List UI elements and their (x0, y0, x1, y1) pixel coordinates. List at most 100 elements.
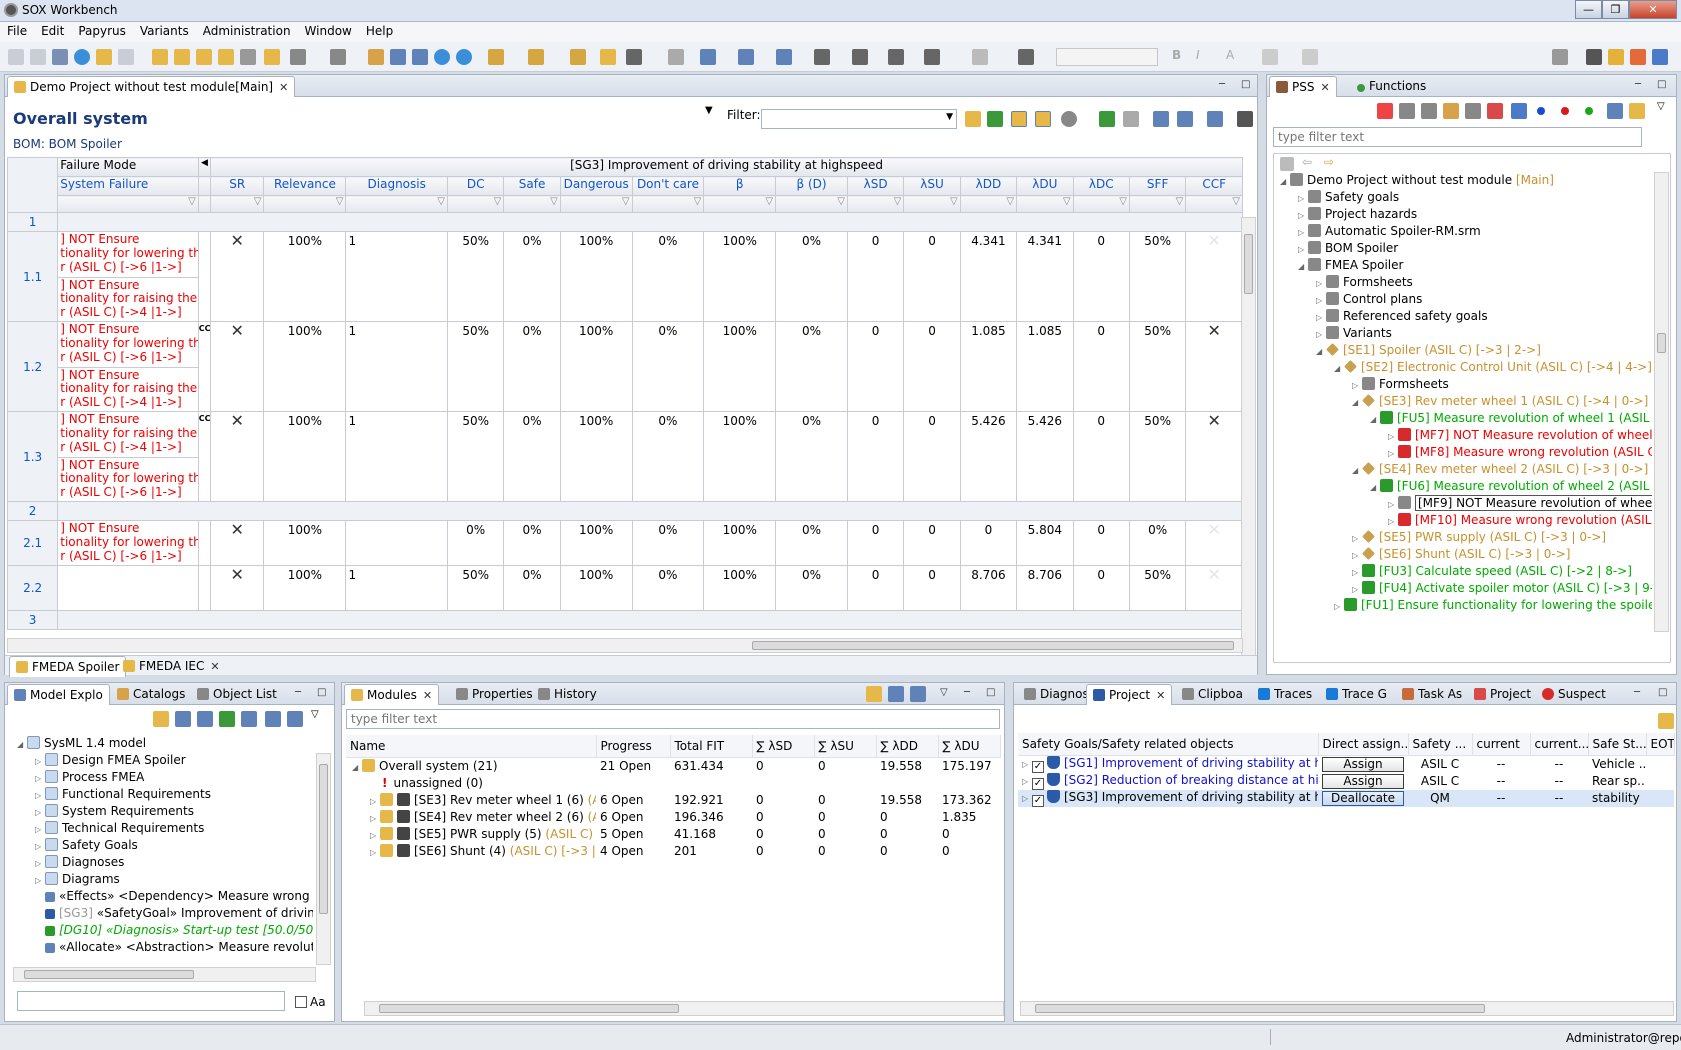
goal-label[interactable]: [SG3] Improvement of driving stability a… (1064, 790, 1318, 804)
column-filter-icon[interactable]: ▽ (1016, 195, 1074, 213)
col-eot[interactable]: EOT (1646, 733, 1675, 756)
goal-label[interactable]: [SG1] Improvement of driving stability a… (1064, 756, 1318, 770)
tab-project-view[interactable]: Clipboa (1176, 684, 1249, 705)
export-icon[interactable] (528, 49, 544, 65)
expand-icon[interactable]: ▷ (35, 770, 45, 787)
column-filter-icon[interactable]: ▽ (703, 195, 777, 213)
columns-icon[interactable] (1207, 111, 1223, 127)
header-col[interactable]: Safe (503, 176, 561, 196)
arrow-icon[interactable] (626, 49, 642, 65)
forward-icon[interactable]: ⇨ (1324, 155, 1334, 169)
expand-icon[interactable]: ▷ (35, 872, 45, 889)
collapse-icon[interactable]: ◢ (1334, 360, 1344, 377)
perspective-c-icon[interactable] (1630, 49, 1646, 65)
goal-checkbox[interactable]: ✓ (1032, 777, 1044, 790)
expand-icon[interactable]: ▷ (1298, 190, 1308, 207)
tab-functions[interactable]: Functions (1351, 76, 1432, 97)
expand-icon[interactable]: ▷ (370, 831, 380, 840)
table-row[interactable]: 1.2] NOT Ensure tionality for lowering th… (6, 321, 1243, 412)
tab-project-view[interactable]: Task As (1396, 684, 1468, 705)
system-failure-cell[interactable]: ] NOT Ensure tionality for raising the r (… (57, 411, 199, 502)
sr-mark[interactable]: ✕ (210, 231, 265, 322)
tree-node[interactable]: ▷ [MF9] NOT Measure revolution of wheel 2 (1276, 495, 1652, 512)
value-cell[interactable]: 100% (703, 231, 777, 322)
column-filter-icon[interactable]: ▽ (1072, 195, 1130, 213)
tree-node[interactable]: ▷ Formsheets (1276, 274, 1652, 291)
tree-folder[interactable]: ▷ Process FMEA (13, 769, 313, 786)
module-row[interactable]: ▷ [SE4] Rev meter wheel 2 (6) (ASIL 6 Open… (346, 808, 1000, 825)
value-cell[interactable]: 100% (559, 321, 633, 412)
value-cell[interactable]: 8.706 (959, 565, 1018, 611)
value-cell[interactable]: 0% (775, 411, 848, 502)
tree-node[interactable]: ◢ FMEA Spoiler (1276, 257, 1652, 274)
tree-node[interactable]: ▷ [FU1] Ensure functionality for lowering… (1276, 597, 1652, 614)
tree-folder[interactable]: ▷ Diagnoses (13, 854, 313, 871)
tree-link[interactable]: [SG3] «SafetyGoal» Improvement of drivin… (13, 905, 313, 922)
modules-hscroll[interactable] (364, 1001, 1004, 1016)
value-cell[interactable]: 0% (503, 231, 561, 322)
hand-icon[interactable] (852, 49, 868, 65)
minimize-view-icon[interactable]: ─ (964, 687, 970, 698)
table-row[interactable]: 2.2 ✕ 100% 1 50% 0% 100% 0% 100% 0% 0 0 8.706 8.706 0 5… (6, 565, 1243, 611)
header-col[interactable]: λDU (1016, 176, 1074, 196)
value-cell[interactable]: 100% (263, 565, 347, 611)
tree-node[interactable]: ▷ Safety goals (1276, 189, 1652, 206)
tab-fmeda-iec[interactable]: FMEDA IEC ✕ (117, 656, 226, 677)
red-dot-icon[interactable] (1561, 107, 1569, 115)
indent-icon[interactable] (152, 49, 168, 65)
close-window-button[interactable]: ✕ (1629, 0, 1677, 19)
col-sum-su[interactable]: ∑ λSU (814, 735, 877, 758)
value-cell[interactable]: 50% (446, 231, 505, 322)
value-cell[interactable]: 4.341 (1016, 231, 1074, 322)
expand-icon[interactable]: ▷ (35, 855, 45, 872)
col-name[interactable]: Name (346, 735, 597, 758)
at-icon[interactable] (434, 49, 450, 65)
row-number[interactable]: 2.1 (6, 520, 59, 566)
perspective-b-icon[interactable] (1608, 49, 1624, 65)
header-col[interactable]: Don't care (631, 176, 705, 196)
remove-icon[interactable] (1123, 111, 1139, 127)
system-failure-cell[interactable]: ] NOT Ensure tionality for lowering the r … (57, 321, 199, 412)
tree-node[interactable]: ◢ [FU5] Measure revolution of wheel 1 (AS… (1276, 410, 1652, 427)
value-cell[interactable]: 0 (846, 411, 905, 502)
column-filter-icon[interactable]: ▽ (559, 195, 633, 213)
header-col[interactable]: DC (446, 176, 505, 196)
collapse-icon[interactable]: ◢ (1352, 394, 1362, 411)
tab-pss[interactable]: PSS ✕ (1269, 76, 1337, 97)
tree-root[interactable]: ◢ SysML 1.4 model (13, 735, 313, 752)
tab-model-explorer[interactable]: Model Explo (7, 684, 110, 705)
collapse-icon[interactable]: ◢ (1370, 411, 1380, 428)
goal-label[interactable]: [SG2] Reduction of breaking distance at … (1064, 773, 1318, 787)
tab-properties[interactable]: Properties (450, 684, 539, 705)
pss-filter-input[interactable] (1273, 127, 1642, 147)
tree-icon[interactable] (776, 49, 792, 65)
value-cell[interactable]: 0 (903, 565, 961, 611)
value-cell[interactable]: 1 (345, 411, 448, 502)
col-sum-du[interactable]: ∑ λDU (938, 735, 1001, 758)
value-cell[interactable]: 0% (775, 231, 848, 322)
editor-hscroll[interactable] (7, 638, 1243, 653)
header-col[interactable]: SR (210, 176, 265, 196)
collapse-icon[interactable] (1153, 111, 1169, 127)
header-system-failure[interactable]: System Failure (57, 176, 199, 196)
print-icon[interactable] (52, 49, 68, 65)
value-cell[interactable]: 1 (345, 321, 448, 412)
expand-icon[interactable]: ▷ (370, 814, 380, 823)
value-cell[interactable]: 50% (446, 321, 505, 412)
value-cell[interactable]: 0 (1072, 565, 1130, 611)
value-cell[interactable]: 1.085 (959, 321, 1018, 412)
project-hscroll[interactable] (1020, 1001, 1674, 1016)
table-icon[interactable] (390, 49, 406, 65)
tab-project-view[interactable]: Project ✕ (1086, 684, 1173, 705)
tree-folder[interactable]: ▷ Functional Requirements (13, 786, 313, 803)
expand-icon[interactable]: ▷ (1388, 496, 1398, 513)
value-cell[interactable]: 0 (903, 231, 961, 322)
tree-node[interactable]: ▷ Referenced safety goals (1276, 308, 1652, 325)
menu-variants[interactable]: Variants (133, 22, 196, 38)
expand-icon[interactable]: ▷ (1352, 530, 1362, 547)
system-failure-cell[interactable] (57, 565, 199, 611)
zoom-icon[interactable] (1018, 49, 1034, 65)
system-failure-cell[interactable]: ] NOT Ensure tionality for lowering the r … (57, 520, 199, 566)
maximize-button[interactable]: ❐ (1602, 0, 1629, 19)
column-filter-icon[interactable]: ▽ (345, 195, 448, 213)
